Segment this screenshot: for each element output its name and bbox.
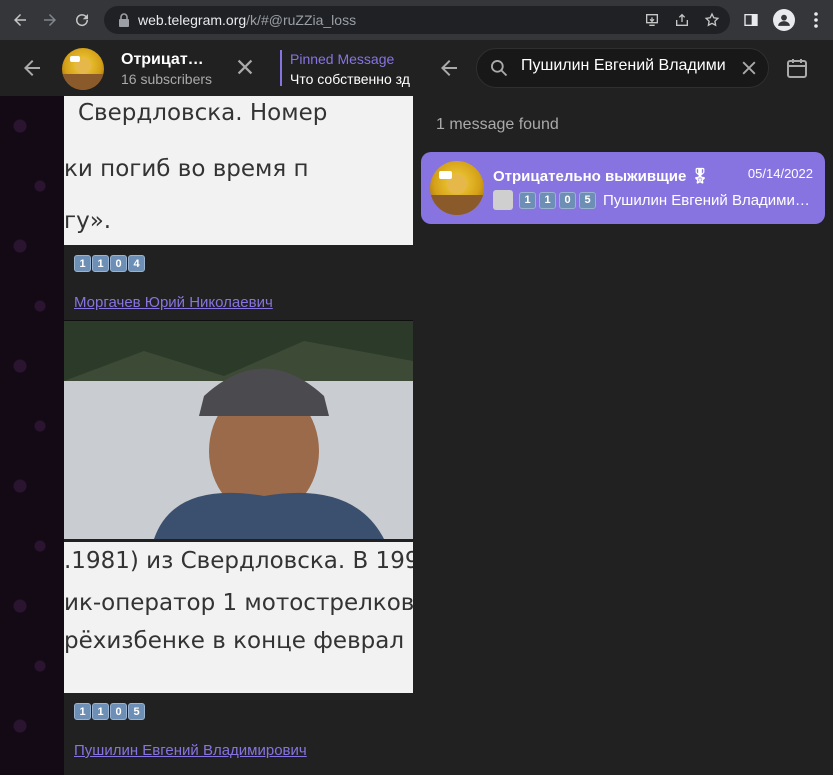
url-path: /k/#@ruZZia_loss xyxy=(246,12,357,28)
message-bubble: Свердловска. Номер ки погиб во время п г… xyxy=(64,96,413,320)
result-snippet-line: 1 1 0 5 Пушилин Евгений Владими… xyxy=(493,190,813,210)
keycap: 1 xyxy=(92,703,109,720)
pinned-preview[interactable]: Что собственно зд xyxy=(290,71,413,87)
install-app-icon[interactable] xyxy=(644,12,660,28)
scan-text-line: .1981) из Свердловска. В 199 xyxy=(64,548,413,574)
chat-background xyxy=(0,96,64,775)
keycap: 0 xyxy=(110,703,127,720)
result-date: 05/14/2022 xyxy=(747,166,813,181)
scan-text-line: ки погиб во время п xyxy=(64,156,309,182)
profile-icon xyxy=(778,14,790,26)
results-count: 1 message found xyxy=(436,116,559,133)
scan-text-line: Свердловска. Номер xyxy=(78,100,328,126)
keycap: 1 xyxy=(74,703,91,720)
search-input[interactable]: Пушилин Евгений Владими xyxy=(521,57,727,75)
message-link[interactable]: Пушилин Евгений Владимирович xyxy=(74,742,307,759)
keycap: 1 xyxy=(74,255,91,272)
search-header: Пушилин Евгений Владими xyxy=(413,40,833,96)
pinned-indicator xyxy=(280,50,282,86)
keycap: 4 xyxy=(128,255,145,272)
keycap: 0 xyxy=(110,255,127,272)
keycap: 1 xyxy=(519,191,536,209)
keycap: 1 xyxy=(92,255,109,272)
number-emoji: 1 1 0 4 xyxy=(74,255,145,272)
lock-icon xyxy=(119,13,129,27)
result-thumbnail xyxy=(493,190,513,210)
chat-pane: Отрицат… 16 subscribers Pinned Message Ч… xyxy=(0,40,413,775)
subscriber-count: 16 subscribers xyxy=(121,71,213,87)
url-text: web.telegram.org/k/#@ruZZia_loss xyxy=(138,12,356,28)
dog-in-fire-icon xyxy=(62,56,104,90)
search-icon xyxy=(491,59,508,77)
side-panel-icon[interactable] xyxy=(743,12,759,28)
profile-avatar[interactable] xyxy=(773,9,795,31)
browser-toolbar: web.telegram.org/k/#@ruZZia_loss xyxy=(0,0,833,40)
photo-image[interactable] xyxy=(64,321,413,539)
close-icon[interactable] xyxy=(234,56,256,78)
message-bubble: .1981) из Свердловска. В 199 ик-оператор… xyxy=(64,321,413,775)
result-title: Отрицательно выживщие 🎖 xyxy=(493,167,710,185)
scan-text-line: рёхизбенке в конце феврал xyxy=(64,628,405,654)
channel-avatar[interactable] xyxy=(62,48,104,90)
address-bar[interactable]: web.telegram.org/k/#@ruZZia_loss xyxy=(104,6,730,34)
browser-back-icon[interactable] xyxy=(6,6,34,34)
browser-forward-icon[interactable] xyxy=(36,6,64,34)
calendar-icon[interactable] xyxy=(785,56,809,80)
kebab-menu-icon[interactable] xyxy=(809,12,823,28)
keycap: 0 xyxy=(559,191,576,209)
scan-text-line: гу». xyxy=(64,208,112,234)
number-emoji: 1 1 0 5 xyxy=(74,703,145,720)
message-link[interactable]: Моргачев Юрий Николаевич xyxy=(74,294,273,311)
url-host: web.telegram.org xyxy=(138,12,247,28)
search-box[interactable]: Пушилин Евгений Владими xyxy=(476,48,769,88)
scan-text-line: ик-оператор 1 мотострелково xyxy=(64,590,413,616)
result-avatar xyxy=(430,161,484,215)
keycap: 5 xyxy=(128,703,145,720)
dog-in-fire-icon xyxy=(430,171,484,215)
chat-header: Отрицат… 16 subscribers Pinned Message Ч… xyxy=(0,40,413,96)
bookmark-star-icon[interactable] xyxy=(704,12,720,28)
result-snippet: Пушилин Евгений Владими… xyxy=(603,191,810,209)
keycap: 5 xyxy=(579,191,596,209)
result-title-text: Отрицательно выживщие xyxy=(493,168,687,185)
share-icon[interactable] xyxy=(674,12,690,28)
clear-search-icon[interactable] xyxy=(739,58,759,78)
channel-title[interactable]: Отрицат… xyxy=(121,51,204,69)
search-pane: Пушилин Евгений Владими 1 message found … xyxy=(413,40,833,775)
medal-icon: 🎖 xyxy=(690,168,710,185)
keycap: 1 xyxy=(539,191,556,209)
pinned-label[interactable]: Pinned Message xyxy=(290,51,394,67)
document-scan-image[interactable]: .1981) из Свердловска. В 199 ик-оператор… xyxy=(64,542,413,693)
portrait-photo-icon xyxy=(64,321,413,539)
search-result-item[interactable]: Отрицательно выживщие 🎖 05/14/2022 1 1 0… xyxy=(421,152,825,224)
search-back-icon[interactable] xyxy=(437,56,461,80)
document-scan-image[interactable]: Свердловска. Номер ки погиб во время п г… xyxy=(64,96,413,245)
chat-back-icon[interactable] xyxy=(20,56,44,80)
reload-icon[interactable] xyxy=(68,6,96,34)
